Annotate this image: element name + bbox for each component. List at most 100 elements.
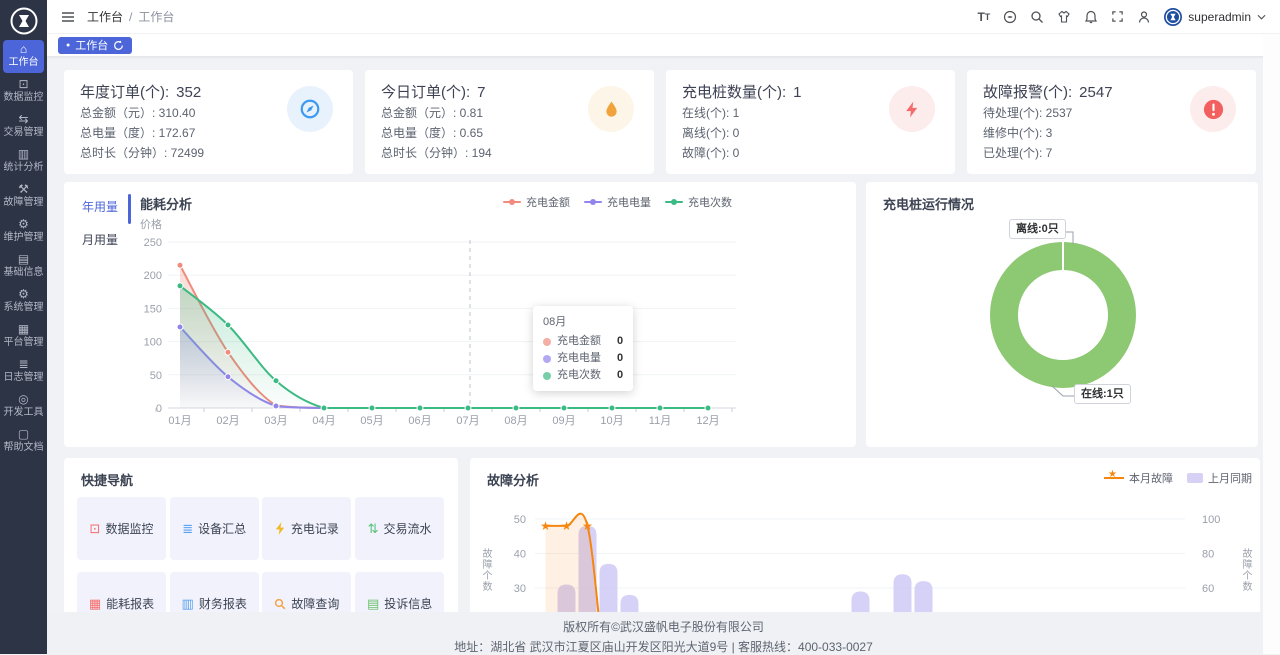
svg-text:50: 50 <box>514 514 526 526</box>
svg-text:60: 60 <box>1202 583 1214 595</box>
tooltip-title: 08月 <box>543 313 623 329</box>
quick-nav-label: 充电记录 <box>291 520 339 537</box>
quick-nav-label: 财务报表 <box>199 595 247 612</box>
list-icon: ≣ <box>182 522 193 535</box>
monitor-icon: ⊡ <box>3 78 44 91</box>
sidebar-item-info-doc[interactable]: ▤基础信息 <box>3 250 44 283</box>
legend-item[interactable]: 充电电量 <box>584 194 651 210</box>
user-menu[interactable]: superadmin <box>1164 8 1266 26</box>
sidebar-item-devtools[interactable]: ◎开发工具 <box>3 390 44 423</box>
avatar <box>1164 8 1182 26</box>
droplet-icon <box>588 86 634 132</box>
tooltip-row: 充电电量0 <box>543 350 623 367</box>
sidebar-item-wrench[interactable]: ⚒故障管理 <box>3 180 44 213</box>
sidebar-item-gear[interactable]: ⚙系统管理 <box>3 285 44 318</box>
svg-text:11月: 11月 <box>649 415 671 427</box>
legend-item[interactable]: 充电金额 <box>503 194 570 210</box>
legend-label: 充电电量 <box>607 194 651 210</box>
copyright-text: 版权所有©武汉盛帆电子股份有限公司 <box>47 618 1280 635</box>
energy-line-chart[interactable]: 050100150200250价格01月02月03月04月05月06月07月08… <box>64 182 856 447</box>
devtools-icon: ◎ <box>3 393 44 406</box>
svg-text:09月: 09月 <box>552 415 575 427</box>
svg-text:100: 100 <box>144 337 162 349</box>
legend-item[interactable]: 充电次数 <box>665 194 732 210</box>
chart-tooltip: 08月 充电金额0充电电量0充电次数0 <box>533 306 633 391</box>
gears-icon: ⚙ <box>3 218 44 231</box>
quick-nav-label: 交易流水 <box>384 520 432 537</box>
search-icon <box>274 598 286 610</box>
quick-nav-label: 投诉信息 <box>384 595 432 612</box>
sidebar-item-home[interactable]: ⌂工作台 <box>3 40 44 73</box>
stat-card-value: 1 <box>793 84 801 101</box>
table-icon: ▦ <box>89 597 101 610</box>
offline-label: 离线:0只 <box>1009 219 1066 239</box>
stat-card-value: 7 <box>477 84 485 101</box>
address-text: 地址：湖北省 武汉市江夏区庙山开发区阳光大道9号 | 客服热线：400-033-… <box>47 638 1280 655</box>
sidebar-item-stats[interactable]: ▥统计分析 <box>3 145 44 178</box>
breadcrumb-separator: / <box>129 10 132 24</box>
sidebar-item-exchange[interactable]: ⇆交易管理 <box>3 110 44 143</box>
panel-title: 故障分析 <box>487 470 539 489</box>
online-label: 在线:1只 <box>1074 384 1131 404</box>
guide-icon[interactable] <box>1003 10 1017 24</box>
breadcrumb-item[interactable]: 工作台 <box>87 8 123 25</box>
stat-card-value: 352 <box>176 84 201 101</box>
font-size-icon[interactable]: TT <box>977 10 990 24</box>
svg-text:★: ★ <box>540 519 551 533</box>
sidebar-item-label: 平台管理 <box>3 337 44 349</box>
legend-item[interactable]: ★本月故障 <box>1104 470 1173 486</box>
charger-status-panel: 充电桩运行情况 离线:0只 在线:1只 <box>866 182 1258 447</box>
series-dot-icon <box>543 338 551 346</box>
sidebar-item-label: 基础信息 <box>3 267 44 279</box>
legend-label: 本月故障 <box>1129 470 1173 486</box>
stat-card: 今日订单(个):7总金额（元）: 0.81总电量（度）: 0.65总时长（分钟）… <box>365 70 654 174</box>
left-axis-name: 故障个数 <box>478 548 493 592</box>
svg-text:06月: 06月 <box>408 415 431 427</box>
sidebar-item-monitor[interactable]: ⊡数据监控 <box>3 75 44 108</box>
sidebar-item-label: 交易管理 <box>3 127 44 139</box>
svg-text:★: ★ <box>582 519 593 533</box>
svg-text:01月: 01月 <box>168 415 191 427</box>
sidebar-item-logs[interactable]: ≣日志管理 <box>3 355 44 388</box>
quick-nav-bolt-button[interactable]: 充电记录 <box>262 497 351 560</box>
sidebar-item-gears[interactable]: ⚙维护管理 <box>3 215 44 248</box>
quick-nav-monitor-button[interactable]: ⊡数据监控 <box>77 497 166 560</box>
legend-item[interactable]: 上月同期 <box>1187 470 1252 486</box>
quick-nav-flow-button[interactable]: ⇅交易流水 <box>355 497 444 560</box>
search-icon[interactable] <box>1030 10 1044 24</box>
scrollbar-track[interactable] <box>1263 34 1280 654</box>
breadcrumb-item-current: 工作台 <box>138 8 174 25</box>
sidebar-item-help-doc[interactable]: ▢帮助文档 <box>3 425 44 458</box>
sidebar-item-platform[interactable]: ▦平台管理 <box>3 320 44 353</box>
refresh-icon[interactable] <box>113 40 124 51</box>
stat-card-metric: 已处理(个): 7 <box>983 144 1240 163</box>
legend-line-dot-icon <box>584 201 602 203</box>
user-icon[interactable] <box>1137 10 1151 24</box>
quick-nav-list-button[interactable]: ≣设备汇总 <box>170 497 259 560</box>
fault-chart-legend: ★本月故障上月同期 <box>1104 470 1252 486</box>
tab-yearly-usage[interactable]: 年用量 <box>82 198 118 215</box>
alert-icon <box>1190 86 1236 132</box>
active-tab-indicator <box>128 194 131 224</box>
tab-monthly-usage[interactable]: 月用量 <box>82 231 118 248</box>
sidebar-item-label: 故障管理 <box>3 197 44 209</box>
svg-text:07月: 07月 <box>456 415 479 427</box>
quick-nav-label: 数据监控 <box>105 520 153 537</box>
energy-analysis-panel: 年用量 月用量 能耗分析 充电金额充电电量充电次数 05010015020025… <box>64 182 856 447</box>
panel-title: 能耗分析 <box>140 194 192 213</box>
doc-icon: ▤ <box>367 597 379 610</box>
tab-strip: ● 工作台 <box>47 34 1280 56</box>
tab-workbench[interactable]: ● 工作台 <box>58 37 132 54</box>
bolt-icon <box>275 522 286 535</box>
notification-icon[interactable] <box>1084 10 1098 24</box>
svg-text:100: 100 <box>1202 514 1220 526</box>
stat-card-metric: 故障(个): 0 <box>682 144 939 163</box>
help-doc-icon: ▢ <box>3 428 44 441</box>
header-actions: TT superadmin <box>977 8 1266 26</box>
theme-icon[interactable] <box>1057 10 1071 23</box>
sidebar-item-label: 系统管理 <box>3 302 44 314</box>
app-logo-icon <box>9 6 39 36</box>
menu-collapse-icon[interactable] <box>61 11 75 23</box>
fullscreen-icon[interactable] <box>1111 10 1124 23</box>
legend-bar-swatch-icon <box>1187 473 1203 483</box>
